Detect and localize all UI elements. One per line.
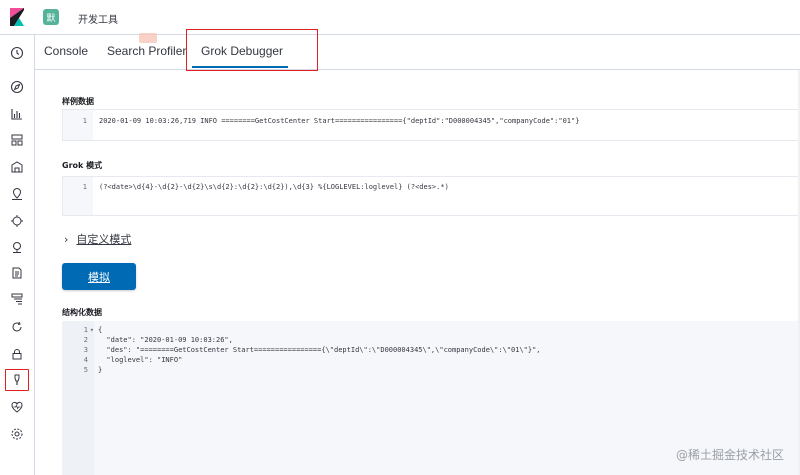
structured-data-title: 结构化数据 [62, 308, 102, 317]
dev-tools-wrench-icon[interactable] [5, 369, 29, 391]
machine-learning-icon[interactable] [8, 212, 26, 230]
recent-clock-icon[interactable] [8, 44, 26, 62]
code-line: "date": "2020-01-09 10:03:26", [98, 336, 233, 344]
maps-pin-icon[interactable] [8, 185, 26, 203]
stack-monitoring-icon[interactable] [8, 398, 26, 416]
tab-console[interactable]: Console [44, 44, 88, 58]
watermark: @稀土掘金技术社区 [675, 448, 784, 462]
code-line: { [98, 326, 103, 334]
chevron-right-icon: › [64, 233, 69, 246]
dashboard-icon[interactable] [8, 131, 26, 149]
line-number: 1 [83, 326, 88, 334]
code-line: } [98, 366, 103, 374]
space-avatar[interactable]: 默 [43, 9, 59, 25]
top-header: 默 开发工具 [34, 0, 800, 35]
code-line: (?<date>\d{4}-\d{2}-\d{2}\s\d{2}:\d{2}:\… [99, 183, 449, 191]
editor-gutter [62, 321, 94, 475]
line-number: 3 [83, 346, 88, 354]
breadcrumb: 开发工具 [78, 15, 118, 26]
grok-pattern-title: Grok 模式 [62, 161, 103, 170]
sample-data-editor[interactable]: 1 2020-01-09 10:03:26,719 INFO ========G… [62, 109, 800, 141]
line-number: 5 [83, 366, 88, 374]
simulate-button[interactable]: 模拟 [62, 263, 136, 290]
tab-search-profiler[interactable]: Search Profiler [107, 44, 186, 58]
visualize-chart-icon[interactable] [8, 105, 26, 123]
tab-decoration [139, 33, 157, 43]
sample-data-title: 样例数据 [62, 97, 94, 106]
discover-compass-icon[interactable] [8, 78, 26, 96]
management-gear-icon[interactable] [8, 425, 26, 443]
editor-gutter [63, 110, 93, 140]
infrastructure-icon[interactable] [8, 238, 26, 256]
canvas-icon[interactable] [8, 158, 26, 176]
code-line: 2020-01-09 10:03:26,719 INFO ========Get… [99, 117, 580, 125]
dev-tools-tabs: Console Search Profiler Grok Debugger [34, 29, 800, 71]
fold-arrow-icon[interactable]: ▾ [88, 326, 94, 334]
custom-patterns-accordion[interactable]: › 自定义模式 [64, 231, 131, 247]
line-number: 4 [83, 356, 88, 364]
logs-icon[interactable] [8, 264, 26, 282]
code-line: "loglevel": "INFO" [98, 356, 183, 364]
code-line: "des": "========GetCostCenter Start=====… [98, 346, 541, 354]
custom-patterns-label: 自定义模式 [76, 233, 132, 246]
kibana-logo-icon[interactable] [8, 8, 26, 26]
side-nav [0, 0, 35, 475]
nav-divider [0, 34, 34, 35]
line-number: 1 [82, 183, 87, 191]
siem-lock-icon[interactable] [8, 345, 26, 363]
uptime-icon[interactable] [8, 318, 26, 336]
apm-icon[interactable] [8, 290, 26, 308]
line-number: 1 [82, 117, 87, 125]
highlight-annotation [186, 29, 318, 71]
grok-pattern-editor[interactable]: 1 (?<date>\d{4}-\d{2}-\d{2}\s\d{2}:\d{2}… [62, 176, 800, 216]
line-number: 2 [83, 336, 88, 344]
